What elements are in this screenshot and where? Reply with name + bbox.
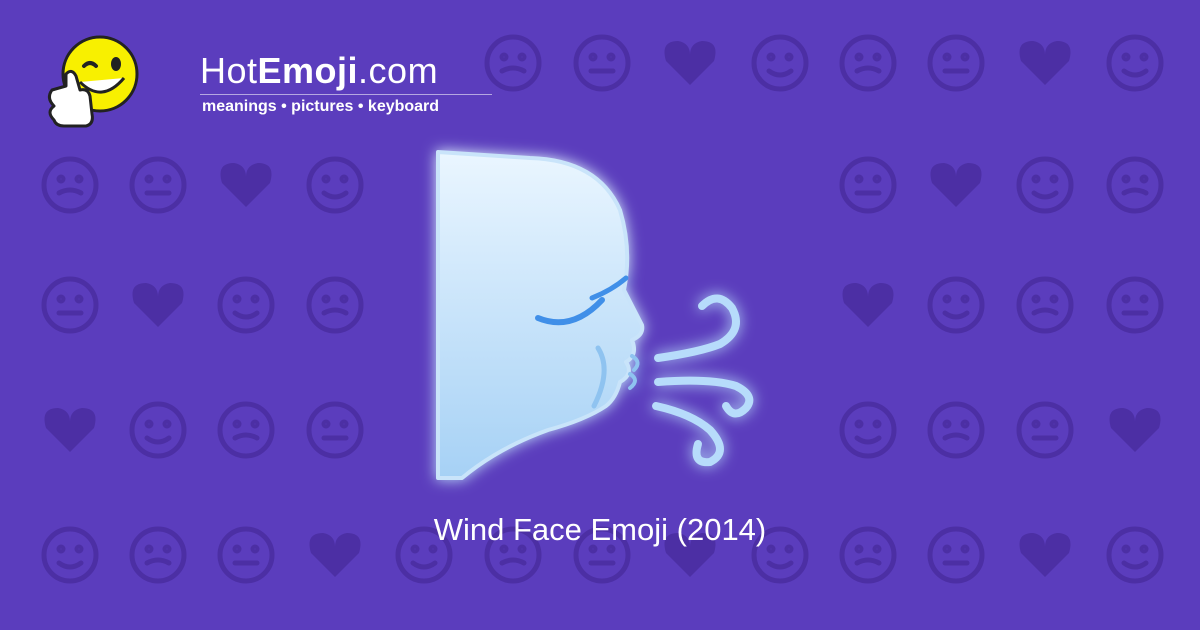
background-emoji-icon [839,156,897,214]
background-emoji-icon [1109,408,1161,452]
background-emoji-icon [217,276,275,334]
background-emoji-icon [842,283,894,327]
background-emoji-icon [306,401,364,459]
background-emoji-icon [930,163,982,207]
background-emoji-icon [839,401,897,459]
background-emoji-icon [1106,276,1164,334]
background-emoji-icon [41,156,99,214]
brand-bold: Emoji [257,50,359,91]
background-emoji-icon [573,34,631,92]
background-emoji-icon [1106,156,1164,214]
background-emoji-icon [41,276,99,334]
background-emoji-icon [306,156,364,214]
background-emoji-icon [1016,401,1074,459]
background-emoji-icon [1016,156,1074,214]
brand-prefix: Hot [200,50,258,91]
background-emoji-icon [44,408,96,452]
site-logo[interactable]: HotEmoji.com meanings • pictures • keybo… [40,32,492,132]
background-emoji-icon [927,34,985,92]
background-emoji-icon [129,156,187,214]
hero-emoji [380,130,800,500]
logo-divider [200,94,492,95]
emoji-caption: Wind Face Emoji (2014) [433,512,767,547]
brand-suffix: .com [358,50,439,91]
wind-face-icon [436,150,754,480]
background-emoji-icon [664,41,716,85]
brand-tagline: meanings • pictures • keyboard [202,98,440,115]
brand-name: HotEmoji.com [200,50,438,92]
thumbs-up-wink-icon [47,35,139,128]
background-emoji-icon [217,401,275,459]
background-emoji-icon [1106,34,1164,92]
background-emoji-icon [132,283,184,327]
background-emoji-icon [306,276,364,334]
background-emoji-icon [484,34,542,92]
background-emoji-icon [1016,276,1074,334]
background-emoji-icon [839,34,897,92]
background-emoji-icon [927,276,985,334]
background-emoji-icon [1019,41,1071,85]
background-emoji-icon [220,163,272,207]
background-emoji-icon [927,401,985,459]
background-emoji-icon [129,401,187,459]
background-emoji-icon [751,34,809,92]
